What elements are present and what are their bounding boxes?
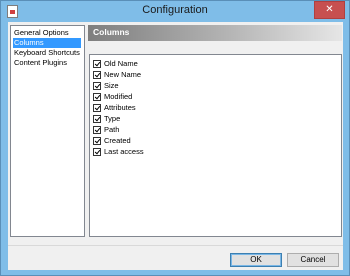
checkbox[interactable] [93,93,101,101]
column-label: Created [104,136,131,145]
checkbox[interactable] [93,115,101,123]
column-label: Path [104,125,120,134]
column-label: New Name [104,70,142,79]
footer-divider [8,245,343,246]
window-title: Configuration [142,4,208,16]
cancel-button[interactable]: Cancel [287,253,339,267]
panel-header: Columns [88,25,342,41]
columns-checklist[interactable]: Old Name New Name Size Modified Attribut… [89,54,342,237]
checkbox[interactable] [93,137,101,145]
category-list[interactable]: General Options Columns Keyboard Shortcu… [10,25,85,237]
column-label: Modified [104,92,133,101]
nav-item-content-plugins[interactable]: Content Plugins [13,58,68,68]
checkbox[interactable] [93,126,101,134]
column-label: Type [104,114,121,123]
ok-button[interactable]: OK [230,253,282,267]
configuration-window: Configuration ✕ General Options Columns … [0,0,350,276]
checkbox[interactable] [93,148,101,156]
close-button[interactable]: ✕ [314,1,345,19]
checkbox[interactable] [93,104,101,112]
checkbox[interactable] [93,71,101,79]
panel-title: Columns [93,27,130,37]
column-label: Size [104,81,119,90]
title-bar[interactable]: Configuration ✕ [1,1,349,22]
nav-item-columns[interactable]: Columns [13,38,81,48]
column-label: Last access [104,147,144,156]
column-label: Old Name [104,59,138,68]
column-label: Attributes [104,103,136,112]
nav-item-general-options[interactable]: General Options [13,28,70,38]
checkbox[interactable] [93,82,101,90]
checkbox[interactable] [93,60,101,68]
close-icon: ✕ [325,4,334,15]
nav-item-keyboard-shortcuts[interactable]: Keyboard Shortcuts [13,48,81,58]
dialog-body: General Options Columns Keyboard Shortcu… [8,22,343,270]
